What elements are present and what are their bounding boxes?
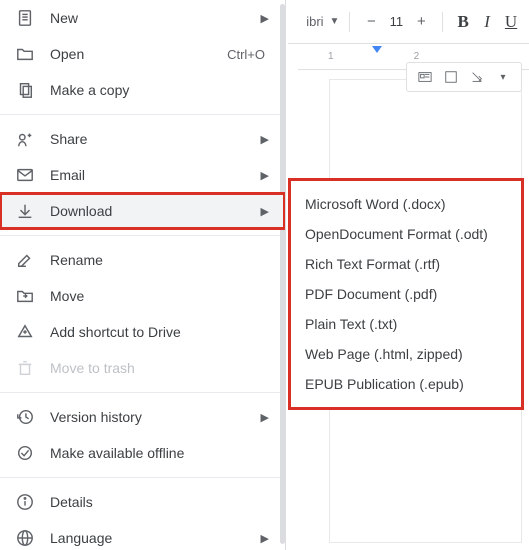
- submenu-item-txt[interactable]: Plain Text (.txt): [291, 309, 521, 339]
- menu-label: Email: [50, 167, 261, 183]
- offline-icon: [14, 442, 36, 464]
- submenu-item-pdf[interactable]: PDF Document (.pdf): [291, 279, 521, 309]
- font-size-stepper: − 11 +: [360, 11, 432, 33]
- menu-item-trash: Move to trash: [0, 350, 285, 386]
- file-menu: New ▶ Open Ctrl+O Make a copy Share ▶ Em…: [0, 0, 286, 550]
- share-icon: [14, 128, 36, 150]
- menu-label: Add shortcut to Drive: [50, 324, 271, 340]
- divider: [0, 114, 285, 115]
- submenu-item-html[interactable]: Web Page (.html, zipped): [291, 339, 521, 369]
- chevron-right-icon: ▶: [261, 205, 269, 218]
- chevron-right-icon: ▶: [261, 133, 269, 146]
- menu-item-language[interactable]: Language ▶: [0, 520, 285, 550]
- menu-label: Make available offline: [50, 445, 271, 461]
- divider: [0, 235, 285, 236]
- menu-item-download[interactable]: Download ▶: [0, 193, 285, 229]
- menu-label: Rename: [50, 252, 271, 268]
- menu-label: Language: [50, 530, 261, 546]
- font-family-select[interactable]: ibri ▼: [296, 14, 339, 29]
- menu-item-details[interactable]: Details: [0, 484, 285, 520]
- copy-icon: [14, 79, 36, 101]
- font-family-label: ibri: [306, 14, 323, 29]
- separator: [442, 12, 443, 32]
- menu-item-new[interactable]: New ▶: [0, 0, 285, 36]
- decrease-font-button[interactable]: −: [360, 11, 382, 33]
- menu-item-move[interactable]: Move: [0, 278, 285, 314]
- menu-label: Open: [50, 46, 227, 62]
- info-icon: [14, 491, 36, 513]
- chevron-right-icon: ▶: [261, 12, 269, 25]
- chevron-down-icon[interactable]: ▾: [495, 69, 511, 85]
- rename-icon: [14, 249, 36, 271]
- menu-label: Share: [50, 131, 261, 147]
- submenu-label: Microsoft Word (.docx): [305, 196, 446, 212]
- menu-label: Make a copy: [50, 82, 271, 98]
- menu-item-make-copy[interactable]: Make a copy: [0, 72, 285, 108]
- menu-label: Move: [50, 288, 271, 304]
- menu-label: New: [50, 10, 261, 26]
- submenu-label: PDF Document (.pdf): [305, 286, 437, 302]
- chevron-right-icon: ▶: [261, 169, 269, 182]
- menu-label: Details: [50, 494, 271, 510]
- submenu-item-odt[interactable]: OpenDocument Format (.odt): [291, 219, 521, 249]
- image-options-toolbar: ▾: [406, 62, 522, 92]
- menu-item-offline[interactable]: Make available offline: [0, 435, 285, 471]
- download-icon: [14, 200, 36, 222]
- increase-font-button[interactable]: +: [410, 11, 432, 33]
- submenu-label: OpenDocument Format (.odt): [305, 226, 488, 242]
- download-submenu: Microsoft Word (.docx) OpenDocument Form…: [288, 178, 524, 410]
- divider: [0, 477, 285, 478]
- menu-label: Move to trash: [50, 360, 271, 376]
- folder-icon: [14, 43, 36, 65]
- ruler-mark: 2: [414, 51, 420, 62]
- indent-marker-icon[interactable]: [372, 46, 382, 53]
- chevron-right-icon: ▶: [261, 532, 269, 545]
- submenu-label: Plain Text (.txt): [305, 316, 397, 332]
- separator: [349, 12, 350, 32]
- document-icon: [14, 7, 36, 29]
- menu-item-open[interactable]: Open Ctrl+O: [0, 36, 285, 72]
- bold-button[interactable]: B: [453, 12, 473, 32]
- menu-item-version-history[interactable]: Version history ▶: [0, 399, 285, 435]
- ruler-mark: 1: [328, 51, 334, 62]
- submenu-item-epub[interactable]: EPUB Publication (.epub): [291, 369, 521, 399]
- menu-item-share[interactable]: Share ▶: [0, 121, 285, 157]
- font-size-value[interactable]: 11: [382, 13, 410, 30]
- menu-label: Download: [50, 203, 261, 219]
- submenu-label: Rich Text Format (.rtf): [305, 256, 440, 272]
- divider: [0, 392, 285, 393]
- submenu-item-rtf[interactable]: Rich Text Format (.rtf): [291, 249, 521, 279]
- break-text-icon[interactable]: [469, 69, 485, 85]
- italic-button[interactable]: I: [477, 12, 497, 32]
- menu-item-add-shortcut[interactable]: Add shortcut to Drive: [0, 314, 285, 350]
- menu-label: Version history: [50, 409, 261, 425]
- email-icon: [14, 164, 36, 186]
- chevron-right-icon: ▶: [261, 411, 269, 424]
- globe-icon: [14, 527, 36, 549]
- move-icon: [14, 285, 36, 307]
- submenu-item-docx[interactable]: Microsoft Word (.docx): [291, 189, 521, 219]
- menu-item-email[interactable]: Email ▶: [0, 157, 285, 193]
- menu-item-rename[interactable]: Rename: [0, 242, 285, 278]
- underline-button[interactable]: U: [501, 12, 521, 32]
- history-icon: [14, 406, 36, 428]
- format-toolbar: ibri ▼ − 11 + B I U: [288, 0, 529, 44]
- shortcut-label: Ctrl+O: [227, 47, 265, 62]
- submenu-label: EPUB Publication (.epub): [305, 376, 464, 392]
- wrap-text-icon[interactable]: [443, 69, 459, 85]
- submenu-label: Web Page (.html, zipped): [305, 346, 463, 362]
- chevron-down-icon: ▼: [330, 16, 340, 27]
- scrollbar[interactable]: [280, 4, 285, 544]
- trash-icon: [14, 357, 36, 379]
- drive-shortcut-icon: [14, 321, 36, 343]
- inline-image-icon[interactable]: [417, 69, 433, 85]
